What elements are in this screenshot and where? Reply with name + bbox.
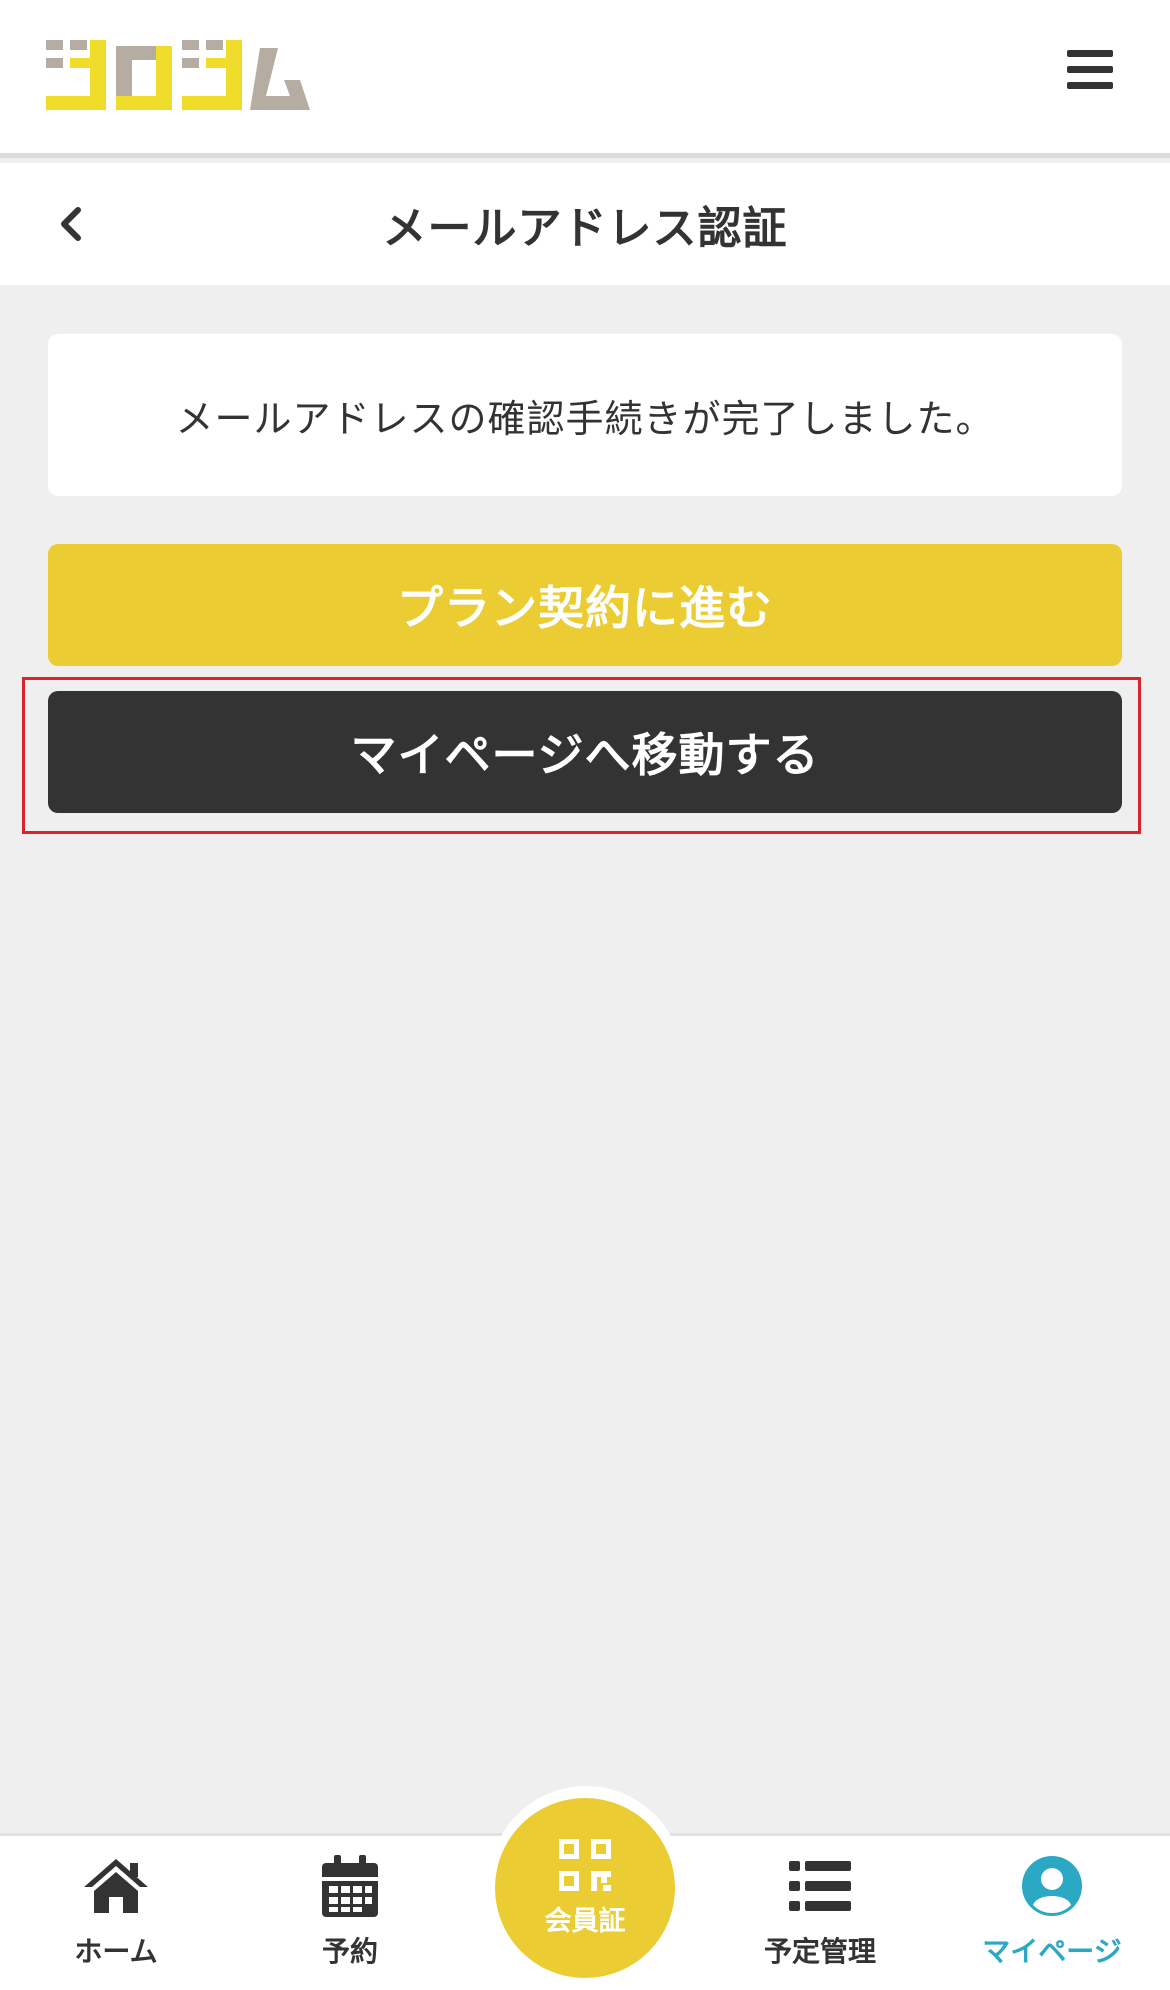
- proceed-to-plan-button[interactable]: プラン契約に進む: [48, 544, 1122, 666]
- back-button[interactable]: [36, 189, 106, 259]
- app-logo[interactable]: [46, 38, 310, 110]
- nav-label-mypage: マイページ: [982, 1935, 1122, 1968]
- hamburger-icon: [1067, 50, 1113, 89]
- qr-code-icon: [559, 1838, 611, 1891]
- nav-label-schedule: 予定管理: [763, 1935, 876, 1968]
- sub-header: メールアドレス認証: [0, 163, 1170, 285]
- go-to-mypage-button[interactable]: マイページへ移動する: [48, 691, 1122, 813]
- hamburger-menu-button[interactable]: [1060, 44, 1120, 96]
- user-icon: [1017, 1854, 1087, 1918]
- home-icon: [81, 1854, 151, 1918]
- confirmation-message-card: メールアドレスの確認手続きが完了しました。: [48, 334, 1122, 496]
- list-icon: [785, 1854, 855, 1918]
- app-header: [0, 0, 1170, 158]
- nav-label-reserve: 予約: [321, 1935, 378, 1968]
- nav-item-schedule[interactable]: 予定管理: [720, 1854, 920, 1984]
- membership-card-label: 会員証: [544, 1905, 626, 1937]
- calendar-icon: [315, 1854, 385, 1918]
- nav-label-home: ホーム: [74, 1935, 158, 1968]
- membership-card-button[interactable]: 会員証: [495, 1798, 675, 1978]
- logo-graphic: [46, 38, 310, 110]
- confirmation-message: メールアドレスの確認手続きが完了しました。: [175, 396, 995, 441]
- nav-item-reserve[interactable]: 予約: [250, 1854, 450, 1984]
- page-title: メールアドレス認証: [382, 203, 788, 254]
- page: メールアドレス認証 メールアドレスの確認手続きが完了しました。 プラン契約に進む…: [0, 0, 1170, 1990]
- nav-item-mypage[interactable]: マイページ: [952, 1854, 1152, 1984]
- chevron-left-icon: [61, 207, 81, 241]
- nav-item-home[interactable]: ホーム: [16, 1854, 216, 1984]
